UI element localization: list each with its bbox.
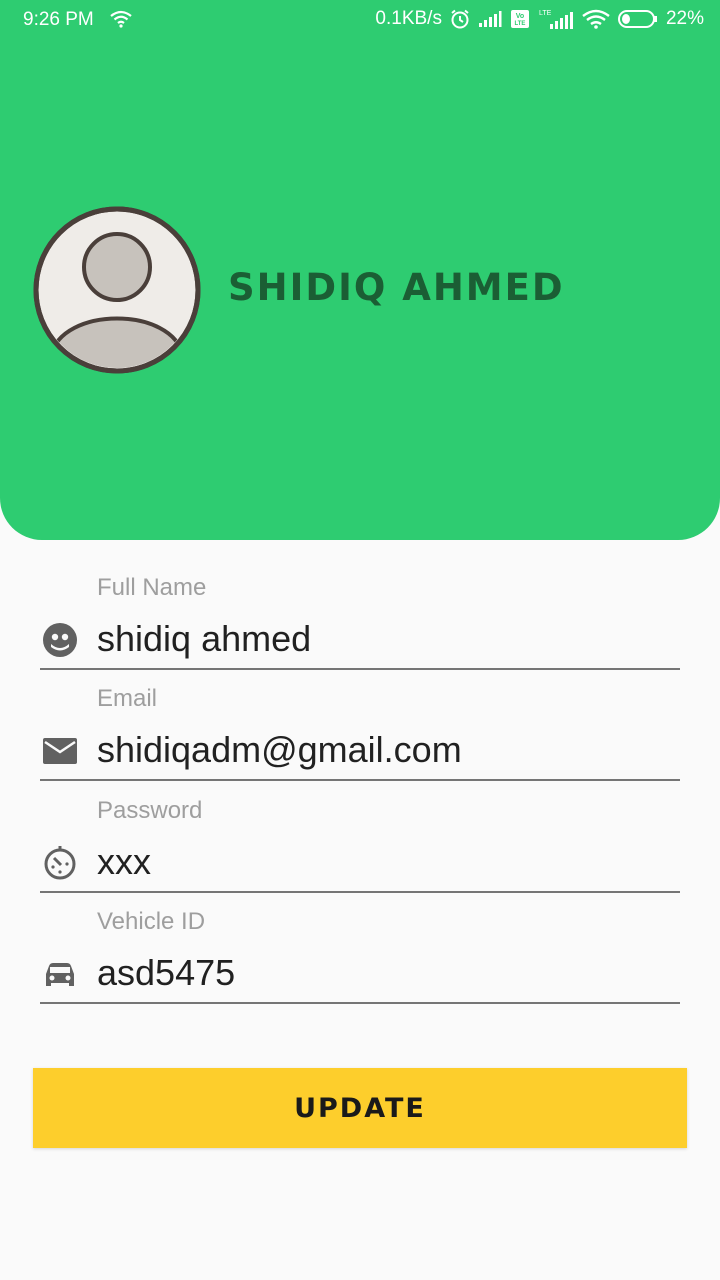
wifi-icon [582,9,610,29]
full-name-field[interactable]: Full Name shidiq ahmed [40,574,680,674]
field-underline [40,891,680,893]
full-name-input[interactable]: shidiq ahmed [97,618,311,660]
battery-percent: 22% [665,8,704,29]
profile-name: SHIDIQ AHMED [228,266,565,309]
battery-icon [617,10,657,28]
field-label: Email [97,685,158,712]
field-underline [40,1002,680,1004]
svg-text:Vo: Vo [516,13,524,20]
profile-header: SHIDIQ AHMED [0,0,720,540]
email-input[interactable]: shidiqadm@gmail.com [97,729,462,771]
lte-signal-icon: LTE [539,10,573,29]
field-label: Full Name [97,574,207,601]
alarm-icon [451,9,469,29]
field-label: Vehicle ID [97,908,206,935]
field-underline [40,668,680,670]
password-input[interactable]: xxx [97,841,151,883]
password-field[interactable]: Password xxx [40,797,680,897]
vehicle-id-field[interactable]: Vehicle ID asd5475 [40,908,680,1008]
vehicle-id-input[interactable]: asd5475 [97,952,235,994]
signal-icon [478,11,502,27]
face-icon [43,623,77,657]
update-button[interactable]: UPDATE [33,1068,687,1148]
network-speed: 0.1KB/s [375,8,442,29]
status-bar: 9:26 PM 0.1KB/s Vo LTE LTE 22% [0,0,720,40]
avatar[interactable] [33,206,201,374]
field-label: Password [97,797,203,824]
volte-icon: Vo LTE [510,10,529,28]
car-icon [46,963,74,986]
mail-icon [43,738,77,764]
svg-text:LTE: LTE [539,10,552,17]
field-underline [40,779,680,781]
svg-text:LTE: LTE [515,21,526,27]
wifi-icon [110,10,132,28]
timer-icon [44,846,76,880]
email-field[interactable]: Email shidiqadm@gmail.com [40,685,680,785]
status-time: 9:26 PM [23,9,94,30]
